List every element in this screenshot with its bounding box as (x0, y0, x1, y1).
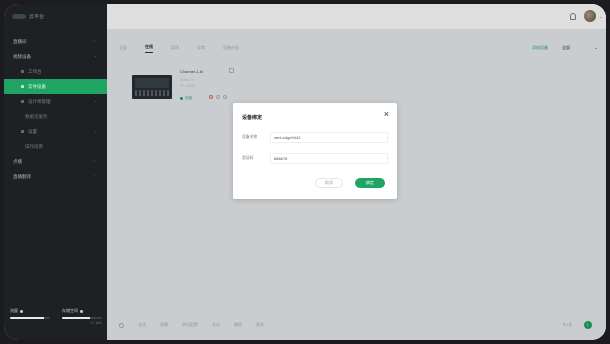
sidebar-item-designer[interactable]: 设计师管理 ⌄ (4, 94, 107, 109)
bind-device-dialog: 设备绑定 × 设备名称 mini-edge0442 验证码 886678 取消 … (233, 103, 397, 199)
chevron-down-icon: ⌄ (94, 98, 98, 103)
device-name-label: 设备名称 (242, 135, 258, 139)
chevron-right-icon: › (94, 173, 96, 178)
cancel-button[interactable]: 取消 (315, 178, 343, 188)
traffic-progress-fill (10, 317, 44, 319)
brand-logo-icon (12, 14, 26, 19)
app-frame: 云平台 直播间 › 视频设备 ⌄ 工作台 云导设备 设计师管理 ⌄ 数据流服务 … (4, 4, 606, 340)
brand: 云平台 (12, 13, 44, 20)
usage-panel: 流量 存储空间 1 / 10G (10, 308, 102, 326)
traffic-usage-label-row: 流量 (10, 308, 50, 314)
chevron-right-icon: › (94, 158, 96, 163)
device-name-field[interactable]: mini-edge0442 (270, 132, 388, 143)
verify-code-row: 验证码 886678 (242, 153, 388, 164)
sidebar-item-workbench[interactable]: 工作台 (4, 64, 107, 79)
sidebar-item-live[interactable]: 直播间 › (4, 34, 107, 49)
chevron-down-icon: ⌄ (94, 128, 98, 133)
sidebar-item-video-devices[interactable]: 视频设备 ⌄ (4, 49, 107, 64)
chevron-right-icon: › (94, 38, 96, 43)
sidebar: 云平台 直播间 › 视频设备 ⌄ 工作台 云导设备 设计师管理 ⌄ 数据流服务 … (4, 4, 107, 340)
storage-usage: 存储空间 1 / 10G (62, 308, 102, 325)
sidebar-item-label: 视频设备 (13, 53, 31, 59)
sidebar-item-label: 设置 (28, 128, 37, 134)
sidebar-item-label: 点播 (13, 158, 22, 164)
device-icon (21, 85, 24, 88)
storage-progress-bar (62, 317, 102, 319)
traffic-progress-bar (10, 317, 50, 319)
info-icon (80, 309, 83, 313)
sidebar-nav: 直播间 › 视频设备 ⌄ 工作台 云导设备 设计师管理 ⌄ 数据流服务 设置 ⌄… (4, 34, 107, 184)
sidebar-item-label: 工作台 (28, 68, 42, 74)
sidebar-item-label: 云导设备 (28, 83, 46, 89)
sidebar-item-cloud-devices[interactable]: 云导设备 (4, 79, 107, 94)
sidebar-item-vod[interactable]: 点播 › (4, 154, 107, 169)
chevron-down-icon: ⌄ (94, 53, 98, 58)
storage-usage-label: 存储空间 (62, 308, 78, 313)
grid-icon (21, 100, 24, 103)
device-name-row: 设备名称 mini-edge0442 (242, 132, 388, 143)
sidebar-item-guide[interactable]: 操作指南 (4, 139, 107, 154)
brand-name: 云平台 (29, 14, 45, 20)
verify-code-label: 验证码 (242, 156, 254, 160)
sidebar-item-label: 数据流服务 (25, 113, 48, 119)
storage-usage-value: 1 / 10G (90, 321, 102, 325)
sidebar-item-dataflow[interactable]: 数据流服务 (4, 109, 107, 124)
sidebar-item-label: 直播翻译 (13, 173, 31, 179)
verify-code-field[interactable]: 886678 (270, 153, 388, 164)
close-icon[interactable]: × (384, 110, 389, 119)
storage-usage-label-row: 存储空间 (62, 308, 102, 314)
storage-progress-fill (62, 317, 90, 319)
gear-icon (21, 130, 24, 133)
sidebar-item-label: 操作指南 (25, 143, 43, 149)
info-icon (20, 309, 23, 313)
circle-icon (21, 70, 24, 73)
dialog-title: 设备绑定 (242, 115, 263, 121)
sidebar-item-label: 设计师管理 (28, 98, 51, 104)
bind-button[interactable]: 绑定 (355, 178, 385, 188)
traffic-usage-label: 流量 (10, 308, 18, 313)
sidebar-item-translate[interactable]: 直播翻译 › (4, 169, 107, 184)
traffic-usage: 流量 (10, 308, 50, 319)
sidebar-item-settings[interactable]: 设置 ⌄ (4, 124, 107, 139)
sidebar-item-label: 直播间 (13, 38, 27, 44)
